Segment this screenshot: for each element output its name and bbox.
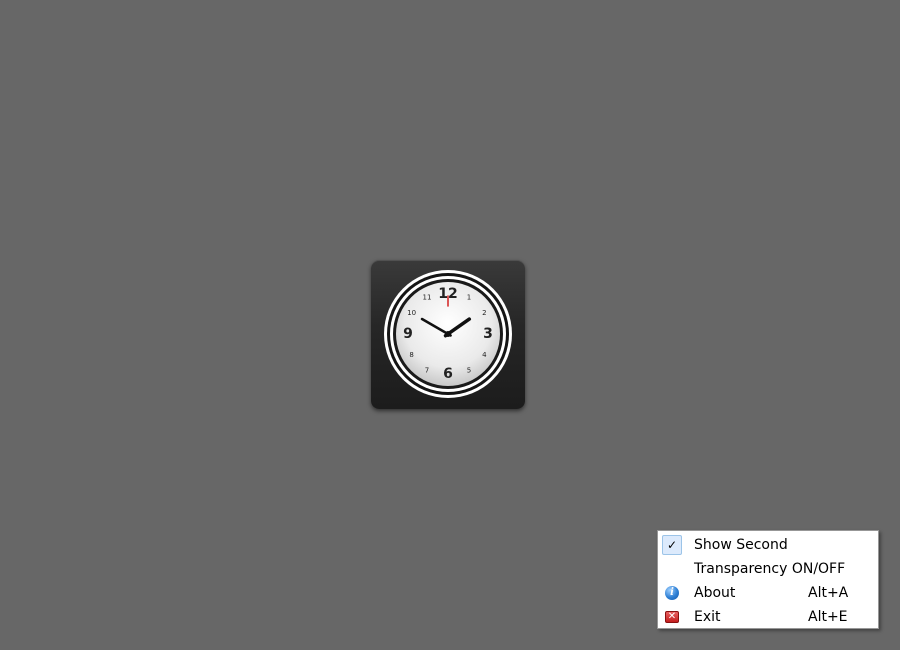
clock-numeral: 2 <box>482 309 486 317</box>
check-icon: ✓ <box>662 535 682 555</box>
menu-item-transparency[interactable]: Transparency ON/OFF <box>658 557 878 581</box>
clock-numeral: 11 <box>423 294 432 302</box>
clock-numeral: 1 <box>467 294 471 302</box>
exit-icon: ✕ <box>665 611 679 623</box>
menu-item-label: Transparency ON/OFF <box>694 561 846 577</box>
menu-item-exit[interactable]: ✕ Exit Alt+E <box>658 605 878 629</box>
clock-numeral: 10 <box>407 309 416 317</box>
clock-numeral: 4 <box>482 351 487 359</box>
check-glyph: ✓ <box>666 538 678 552</box>
clock-widget[interactable]: 12 1 2 3 4 5 6 7 8 9 10 11 <box>371 260 525 409</box>
clock-numeral: 3 <box>483 326 493 342</box>
menu-item-about[interactable]: i About Alt+A <box>658 581 878 605</box>
clock-numeral: 6 <box>443 366 453 382</box>
menu-item-label: About <box>694 585 736 601</box>
clock-numeral: 7 <box>425 366 429 374</box>
info-glyph: i <box>670 587 674 598</box>
clock-center-pin <box>445 331 451 337</box>
menu-item-label: Show Second <box>694 537 788 553</box>
exit-glyph: ✕ <box>667 611 677 622</box>
clock-numeral: 9 <box>403 326 413 342</box>
menu-item-show-second[interactable]: ✓ Show Second <box>658 533 878 557</box>
clock-numeral: 5 <box>467 366 471 374</box>
menu-gutter <box>658 557 686 581</box>
context-menu: ✓ Show Second Transparency ON/OFF i Abou… <box>657 530 879 629</box>
menu-gutter: i <box>658 581 686 605</box>
clock-numeral: 8 <box>409 351 413 359</box>
menu-item-shortcut: Alt+A <box>808 585 849 601</box>
clock-face: 12 1234567891011 <box>384 270 512 398</box>
info-icon: i <box>665 586 679 600</box>
menu-item-shortcut: Alt+E <box>808 609 848 625</box>
menu-item-label: Exit <box>694 609 721 625</box>
menu-gutter: ✕ <box>658 605 686 629</box>
menu-gutter: ✓ <box>658 533 686 557</box>
desktop: 12 1 2 3 4 5 6 7 8 9 10 11 ✓ Show Second Transparen… <box>0 0 900 650</box>
